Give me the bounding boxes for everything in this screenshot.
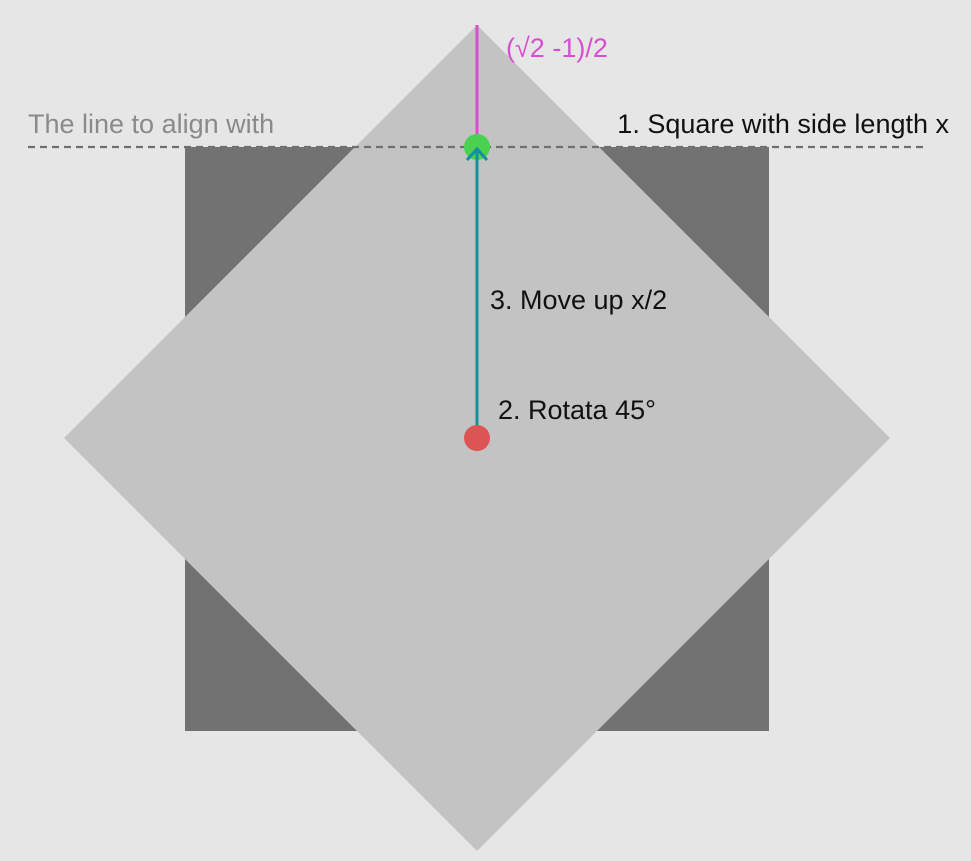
square-label: 1. Square with side length x: [617, 109, 949, 139]
center-dot: [464, 425, 490, 451]
align-line-label: The line to align with: [28, 109, 274, 139]
diagram-svg: The line to align with 1. Square with si…: [28, 25, 949, 851]
rotate-label: 2. Rotata 45°: [498, 395, 656, 425]
diagram-canvas: The line to align with 1. Square with si…: [0, 0, 971, 861]
move-up-label: 3. Move up x/2: [490, 285, 667, 315]
offset-label: (√2 -1)/2: [506, 33, 608, 63]
